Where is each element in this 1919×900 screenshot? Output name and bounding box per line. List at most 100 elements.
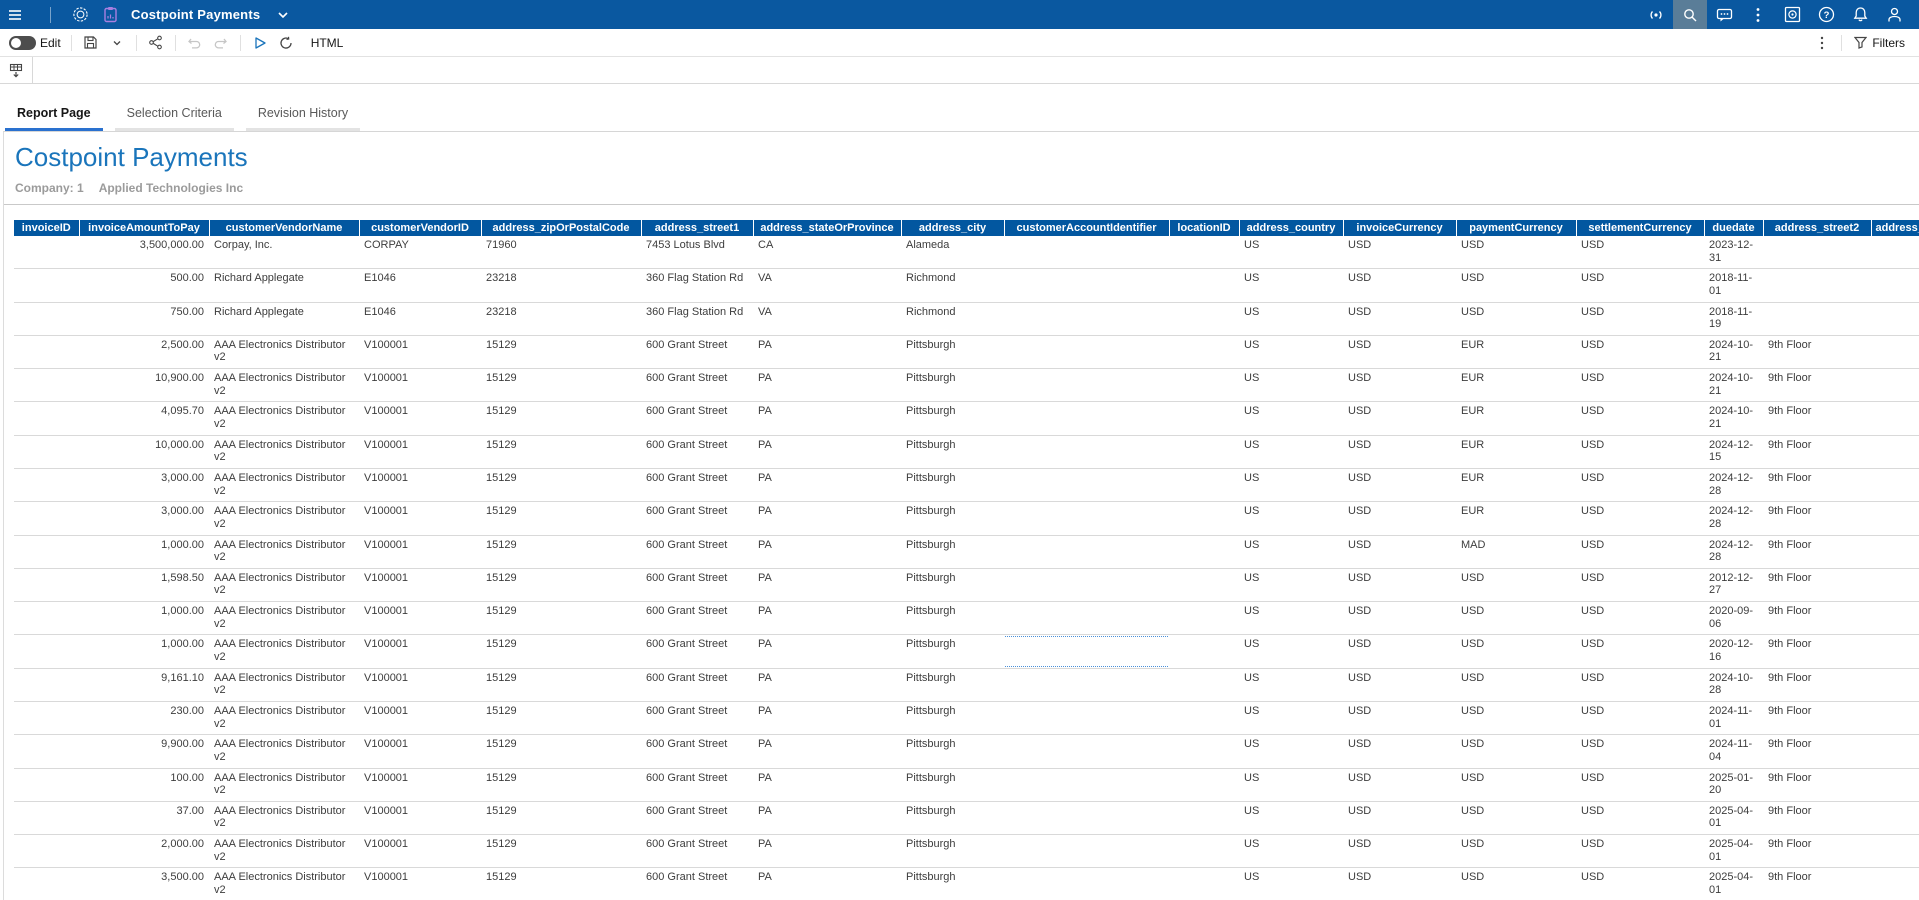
table-cell[interactable]: V100001 bbox=[359, 768, 481, 801]
table-cell[interactable] bbox=[1004, 835, 1169, 868]
table-cell[interactable]: 9th Floor bbox=[1763, 602, 1871, 635]
column-header-customerVendorID[interactable]: customerVendorID bbox=[359, 220, 481, 236]
table-cell[interactable]: V100001 bbox=[359, 568, 481, 601]
table-cell[interactable]: 2024-12-28 bbox=[1704, 502, 1763, 535]
table-cell[interactable]: USD bbox=[1343, 602, 1456, 635]
table-cell[interactable]: 3,000.00 bbox=[79, 502, 209, 535]
table-cell[interactable]: Richmond bbox=[901, 269, 1004, 302]
column-header-address_street2[interactable]: address_street2 bbox=[1763, 220, 1871, 236]
table-cell[interactable] bbox=[1004, 568, 1169, 601]
table-cell[interactable]: 15129 bbox=[481, 768, 641, 801]
table-cell[interactable] bbox=[1763, 269, 1871, 302]
table-cell[interactable]: AAA Electronics Distributor v2 bbox=[209, 335, 359, 368]
more-options-icon[interactable] bbox=[1741, 0, 1775, 29]
table-cell[interactable]: USD bbox=[1576, 468, 1704, 501]
table-cell[interactable]: V100001 bbox=[359, 602, 481, 635]
table-cell[interactable]: 600 Grant Street bbox=[641, 635, 753, 668]
table-cell[interactable]: 230.00 bbox=[79, 701, 209, 734]
table-cell[interactable] bbox=[1169, 701, 1239, 734]
table-cell[interactable]: USD bbox=[1343, 835, 1456, 868]
assistant-chat-icon[interactable] bbox=[1707, 0, 1741, 29]
table-cell[interactable] bbox=[1871, 568, 1919, 601]
table-cell[interactable] bbox=[1169, 668, 1239, 701]
table-cell[interactable]: 600 Grant Street bbox=[641, 335, 753, 368]
table-cell[interactable] bbox=[1004, 236, 1169, 269]
table-cell[interactable]: USD bbox=[1576, 236, 1704, 269]
table-cell[interactable]: 600 Grant Street bbox=[641, 468, 753, 501]
table-cell[interactable]: AAA Electronics Distributor v2 bbox=[209, 468, 359, 501]
table-cell[interactable]: USD bbox=[1343, 668, 1456, 701]
table-cell[interactable]: US bbox=[1239, 768, 1343, 801]
table-cell[interactable] bbox=[1169, 502, 1239, 535]
refresh-icon[interactable] bbox=[273, 29, 299, 57]
table-cell[interactable]: AAA Electronics Distributor v2 bbox=[209, 535, 359, 568]
table-cell[interactable]: EUR bbox=[1456, 502, 1576, 535]
table-cell[interactable]: US bbox=[1239, 535, 1343, 568]
table-cell[interactable]: USD bbox=[1343, 801, 1456, 834]
table-cell[interactable]: 600 Grant Street bbox=[641, 701, 753, 734]
table-cell[interactable]: US bbox=[1239, 435, 1343, 468]
table-cell[interactable]: US bbox=[1239, 369, 1343, 402]
table-cell[interactable]: 600 Grant Street bbox=[641, 602, 753, 635]
table-cell[interactable]: 2,000.00 bbox=[79, 835, 209, 868]
table-cell[interactable]: 15129 bbox=[481, 835, 641, 868]
table-cell[interactable]: Pittsburgh bbox=[901, 835, 1004, 868]
help-icon[interactable]: ? bbox=[1809, 0, 1843, 29]
table-cell[interactable]: PA bbox=[753, 635, 901, 668]
table-cell[interactable] bbox=[1004, 701, 1169, 734]
tab-report-page[interactable]: Report Page bbox=[5, 106, 103, 131]
table-cell[interactable]: 2025-04-01 bbox=[1704, 801, 1763, 834]
table-cell[interactable] bbox=[1004, 602, 1169, 635]
table-cell[interactable] bbox=[1169, 835, 1239, 868]
table-drilldown-button[interactable] bbox=[0, 57, 33, 83]
table-cell[interactable]: AAA Electronics Distributor v2 bbox=[209, 868, 359, 900]
table-cell[interactable]: AAA Electronics Distributor v2 bbox=[209, 435, 359, 468]
table-cell[interactable]: 2024-10-28 bbox=[1704, 668, 1763, 701]
table-cell[interactable]: 600 Grant Street bbox=[641, 369, 753, 402]
table-cell[interactable]: 360 Flag Station Rd bbox=[641, 269, 753, 302]
table-cell[interactable] bbox=[1871, 602, 1919, 635]
table-cell[interactable] bbox=[14, 602, 79, 635]
table-cell[interactable]: 15129 bbox=[481, 369, 641, 402]
table-cell[interactable]: Pittsburgh bbox=[901, 535, 1004, 568]
table-cell[interactable]: 2025-04-01 bbox=[1704, 835, 1763, 868]
table-cell[interactable]: 15129 bbox=[481, 435, 641, 468]
table-cell[interactable]: US bbox=[1239, 635, 1343, 668]
save-chevron-down-icon[interactable] bbox=[104, 29, 130, 57]
table-cell[interactable]: 100.00 bbox=[79, 768, 209, 801]
tab-revision-history[interactable]: Revision History bbox=[246, 106, 360, 131]
table-cell[interactable]: USD bbox=[1456, 701, 1576, 734]
table-cell[interactable] bbox=[1169, 568, 1239, 601]
table-cell[interactable]: USD bbox=[1456, 568, 1576, 601]
table-cell[interactable]: 9th Floor bbox=[1763, 801, 1871, 834]
table-cell[interactable] bbox=[1169, 236, 1239, 269]
table-cell[interactable] bbox=[1169, 801, 1239, 834]
table-cell[interactable] bbox=[1763, 302, 1871, 335]
table-cell[interactable]: Pittsburgh bbox=[901, 668, 1004, 701]
table-cell[interactable]: V100001 bbox=[359, 801, 481, 834]
table-cell[interactable] bbox=[1871, 335, 1919, 368]
table-cell[interactable] bbox=[14, 502, 79, 535]
table-cell[interactable]: 15129 bbox=[481, 535, 641, 568]
table-cell[interactable]: USD bbox=[1343, 568, 1456, 601]
table-cell[interactable]: 15129 bbox=[481, 801, 641, 834]
table-cell[interactable]: 7453 Lotus Blvd bbox=[641, 236, 753, 269]
table-cell[interactable]: USD bbox=[1343, 402, 1456, 435]
table-cell[interactable]: AAA Electronics Distributor v2 bbox=[209, 835, 359, 868]
table-cell[interactable]: Pittsburgh bbox=[901, 868, 1004, 900]
report-clipboard-icon[interactable] bbox=[95, 0, 125, 29]
table-cell[interactable]: USD bbox=[1343, 535, 1456, 568]
table-cell[interactable]: USD bbox=[1576, 701, 1704, 734]
table-cell[interactable]: USD bbox=[1343, 735, 1456, 768]
table-cell[interactable]: 9th Floor bbox=[1763, 668, 1871, 701]
table-cell[interactable]: USD bbox=[1576, 302, 1704, 335]
table-cell[interactable]: US bbox=[1239, 302, 1343, 335]
table-cell[interactable] bbox=[14, 236, 79, 269]
table-cell[interactable]: PA bbox=[753, 502, 901, 535]
table-cell[interactable]: AAA Electronics Distributor v2 bbox=[209, 735, 359, 768]
table-cell[interactable]: USD bbox=[1456, 635, 1576, 668]
table-cell[interactable] bbox=[14, 768, 79, 801]
table-cell[interactable]: Pittsburgh bbox=[901, 502, 1004, 535]
table-cell[interactable]: Pittsburgh bbox=[901, 369, 1004, 402]
table-cell[interactable] bbox=[1169, 868, 1239, 900]
